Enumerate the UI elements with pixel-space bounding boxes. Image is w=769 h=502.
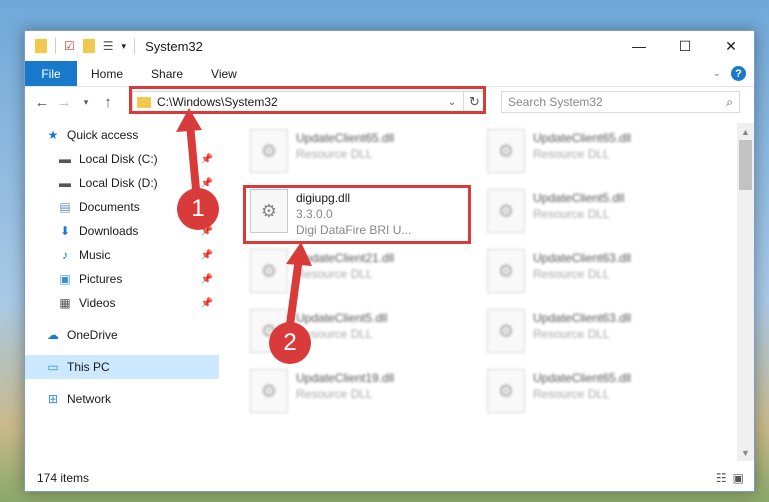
arrow-2-head: [286, 242, 312, 266]
annotation-arrows: [176, 108, 312, 333]
arrow-2: [285, 257, 303, 333]
arrow-1-head: [176, 108, 202, 132]
step-2-badge: 2: [269, 322, 311, 364]
step-1-badge: 1: [177, 188, 219, 230]
